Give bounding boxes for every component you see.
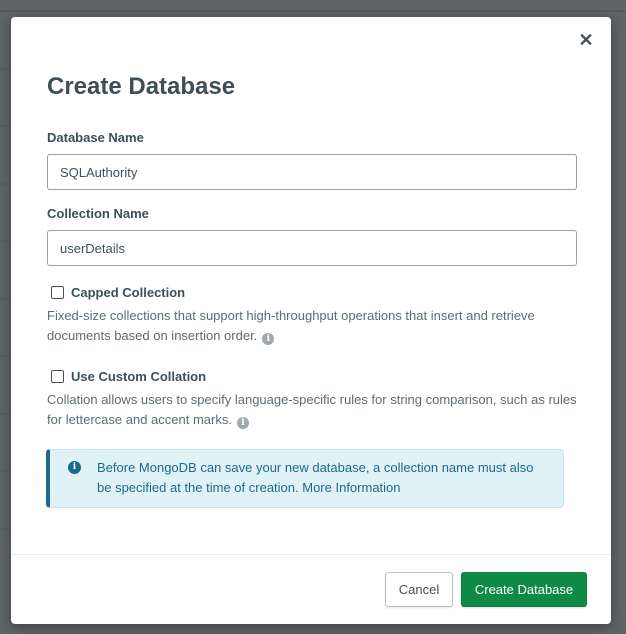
capped-collection-checkbox[interactable] [51, 286, 64, 299]
database-name-label: Database Name [47, 130, 144, 145]
database-name-input[interactable] [47, 154, 577, 190]
custom-collation-option[interactable]: Use Custom Collation [51, 369, 206, 384]
custom-collation-description: Collation allows users to specify langua… [47, 390, 577, 430]
create-database-dialog: ✕ Create Database Database Name Collecti… [11, 17, 611, 624]
create-database-button[interactable]: Create Database [461, 572, 587, 607]
info-icon[interactable]: i [262, 333, 275, 345]
collection-name-label: Collection Name [47, 206, 149, 221]
info-icon[interactable]: i [236, 417, 249, 429]
custom-collation-checkbox[interactable] [51, 370, 64, 383]
info-banner-text: Before MongoDB can save your new databas… [97, 458, 542, 498]
collection-name-input[interactable] [47, 230, 577, 266]
close-icon[interactable]: ✕ [577, 31, 595, 49]
custom-collation-label: Use Custom Collation [71, 369, 207, 384]
footer-divider [11, 554, 611, 555]
info-banner: i Before MongoDB can save your new datab… [46, 449, 564, 508]
dialog-title: Create Database [47, 73, 236, 100]
more-information-link[interactable]: More Information [302, 480, 400, 495]
capped-collection-option[interactable]: Capped Collection [51, 285, 185, 300]
cancel-button[interactable]: Cancel [385, 572, 453, 607]
custom-collation-description-text: Collation allows users to specify langua… [47, 392, 577, 427]
capped-collection-description: Fixed-size collections that support high… [47, 306, 577, 346]
capped-collection-description-text: Fixed-size collections that support high… [47, 308, 535, 343]
info-icon: i [68, 461, 81, 474]
capped-collection-label: Capped Collection [71, 285, 186, 300]
